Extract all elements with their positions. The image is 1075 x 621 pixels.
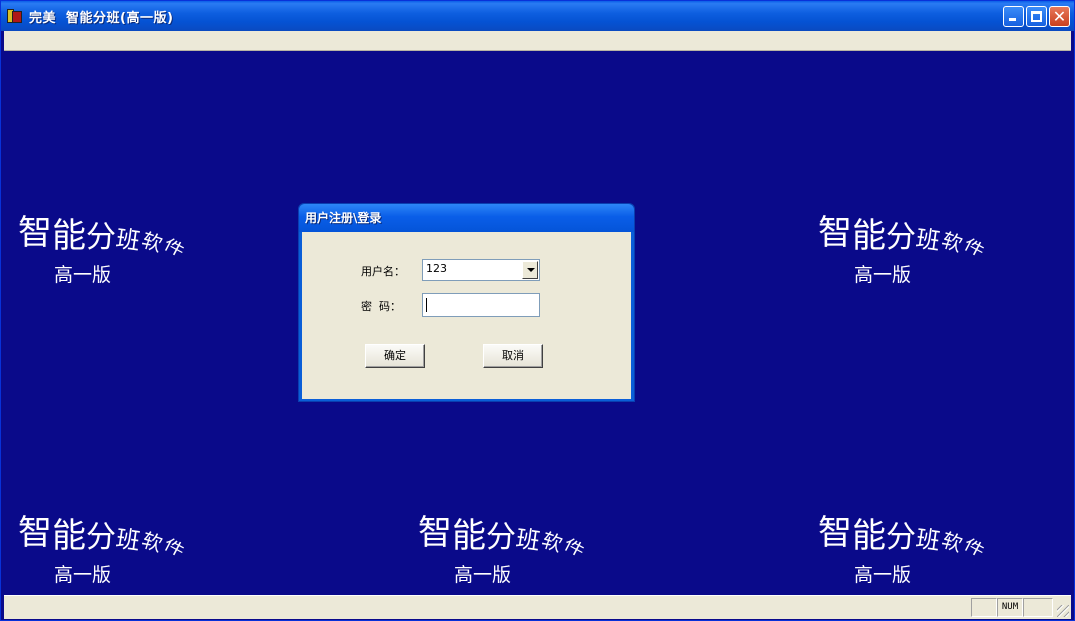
watermark-char: 能 xyxy=(52,516,86,556)
ok-button[interactable]: 确定 xyxy=(365,344,425,368)
watermark-subtitle: 高一版 xyxy=(854,564,912,586)
password-label: 密 码： xyxy=(361,300,401,313)
watermark-char: 能 xyxy=(452,516,486,556)
resize-grip[interactable] xyxy=(1057,605,1069,617)
watermark-char: 智 xyxy=(818,213,852,253)
watermark-char: 智 xyxy=(818,513,852,553)
login-dialog: 用户注册\登录 用户名： 123 密 码： 确定 取消 xyxy=(298,203,635,402)
watermark-logo: 智 能 分 班 软 件 高一版 xyxy=(412,513,612,595)
watermark-char: 件 xyxy=(960,534,988,561)
watermark-char: 智 xyxy=(18,513,52,553)
minimize-button[interactable] xyxy=(1003,6,1024,27)
watermark-subtitle: 高一版 xyxy=(54,264,112,286)
password-input[interactable] xyxy=(422,293,540,317)
dialog-body: 用户名： 123 密 码： 确定 取消 xyxy=(302,232,631,399)
app-icon[interactable] xyxy=(7,8,23,24)
status-bar: NUM xyxy=(4,595,1071,619)
watermark-subtitle: 高一版 xyxy=(854,264,912,286)
watermark-logo: 智 能 分 班 软 件 高一版 xyxy=(812,213,1012,303)
watermark-logo: 智 能 分 班 软 件 高一版 xyxy=(12,213,212,303)
close-button[interactable]: ✕ xyxy=(1049,6,1070,27)
watermark-char: 班 xyxy=(514,524,542,556)
watermark-char: 分 xyxy=(886,220,916,255)
minimize-icon xyxy=(1009,18,1016,21)
caption-buttons: ✕ xyxy=(1003,6,1070,27)
watermark-logo: 智 能 分 班 软 件 高一版 xyxy=(812,513,1012,595)
watermark-char: 件 xyxy=(160,234,188,261)
window-title: 完美 智能分班(高一版) xyxy=(29,10,174,26)
watermark-subtitle: 高一版 xyxy=(454,564,512,586)
watermark-char: 能 xyxy=(52,216,86,256)
title-bar[interactable]: 完美 智能分班(高一版) ✕ xyxy=(1,1,1074,31)
username-combobox[interactable]: 123 xyxy=(422,259,540,281)
watermark-char: 班 xyxy=(114,224,142,256)
username-value: 123 xyxy=(426,262,447,275)
menu-bar xyxy=(4,31,1071,51)
cancel-button[interactable]: 取消 xyxy=(483,344,543,368)
maximize-icon xyxy=(1031,11,1042,22)
watermark-char: 能 xyxy=(852,516,886,556)
text-caret xyxy=(426,298,427,312)
watermark-char: 分 xyxy=(886,520,916,555)
watermark-subtitle: 高一版 xyxy=(54,564,112,586)
watermark-char: 班 xyxy=(914,524,942,556)
status-pane xyxy=(971,598,997,617)
status-pane xyxy=(1023,598,1053,617)
watermark-char: 智 xyxy=(18,213,52,253)
dropdown-arrow-icon[interactable] xyxy=(522,261,538,279)
watermark-char: 件 xyxy=(160,534,188,561)
watermark-char: 智 xyxy=(418,513,452,553)
watermark-char: 班 xyxy=(914,224,942,256)
close-icon: ✕ xyxy=(1052,7,1067,26)
watermark-logo: 智 能 分 班 软 件 高一版 xyxy=(12,513,212,595)
watermark-char: 件 xyxy=(960,234,988,261)
watermark-char: 分 xyxy=(86,220,116,255)
dialog-title[interactable]: 用户注册\登录 xyxy=(299,204,634,232)
watermark-char: 件 xyxy=(560,534,588,561)
username-label: 用户名： xyxy=(361,265,405,278)
status-pane-num: NUM xyxy=(997,598,1023,617)
maximize-button[interactable] xyxy=(1026,6,1047,27)
watermark-char: 分 xyxy=(486,520,516,555)
watermark-char: 能 xyxy=(852,216,886,256)
watermark-char: 分 xyxy=(86,520,116,555)
watermark-char: 班 xyxy=(114,524,142,556)
